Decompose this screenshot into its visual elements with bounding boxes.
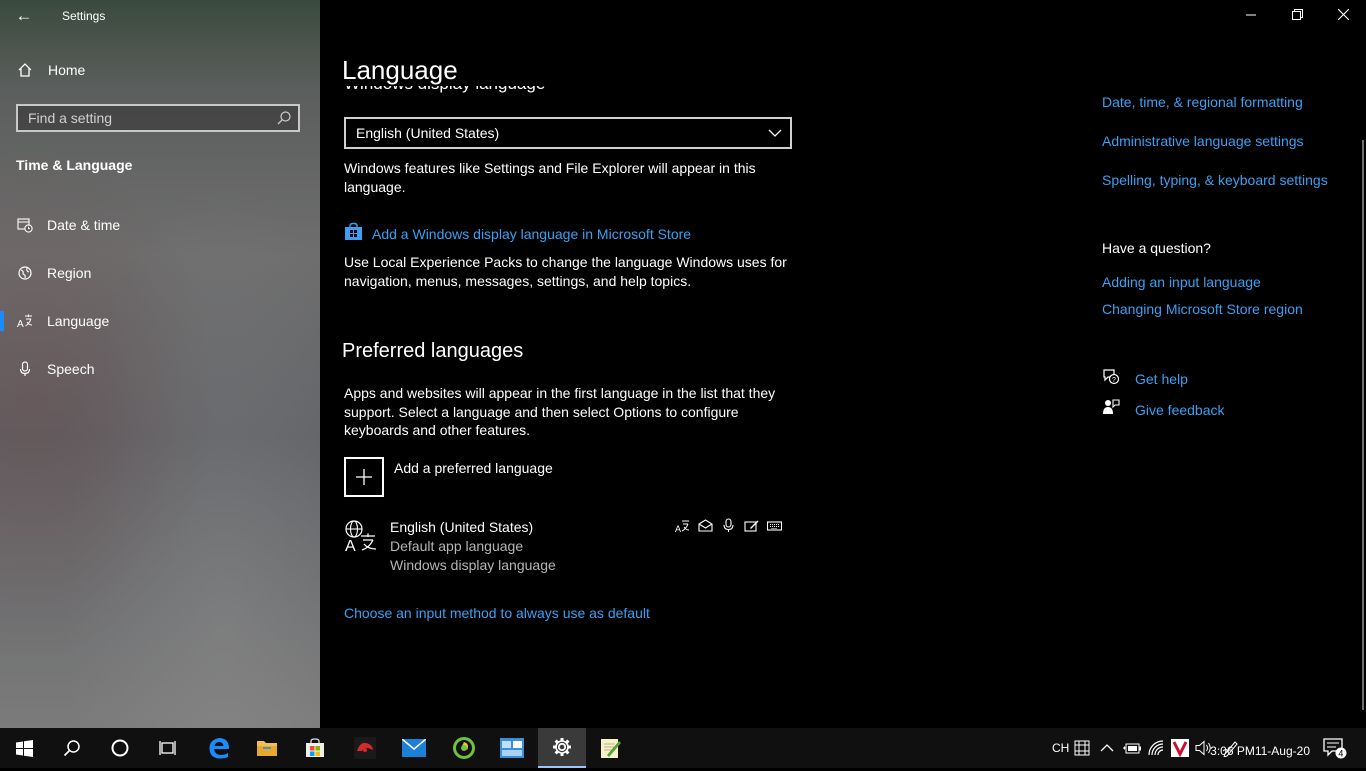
preferred-languages-description: Apps and websites will appear in the fir… <box>344 385 776 438</box>
svg-text:A: A <box>345 538 356 553</box>
dropdown-value: English (United States) <box>356 125 500 141</box>
antivirus-icon[interactable] <box>1171 728 1189 768</box>
windows-start-icon[interactable] <box>0 728 48 768</box>
game-app-icon[interactable] <box>341 728 389 768</box>
show-hidden-icons-chevron-up-icon[interactable] <box>1100 728 1114 768</box>
clock[interactable]: 3:06 PM 11-Aug-20 <box>1210 731 1310 771</box>
search-icon[interactable] <box>48 728 96 768</box>
globe-region-icon <box>16 265 34 281</box>
app-title: Settings <box>62 9 106 23</box>
display-language-description: Windows features like Settings and File … <box>344 160 756 195</box>
home-nav-item[interactable]: Home <box>16 62 85 78</box>
green-app-icon[interactable] <box>440 728 488 768</box>
display-language-dropdown[interactable]: English (United States) <box>344 117 792 149</box>
store-link[interactable]: Add a Windows display language in Micros… <box>344 222 691 246</box>
sidebar-item-region[interactable]: Region <box>0 253 320 293</box>
store-bag-icon <box>344 222 363 246</box>
store-link-label[interactable]: Add a Windows display language in Micros… <box>372 226 691 242</box>
close-button[interactable] <box>1320 0 1366 32</box>
sidebar-item-label: Speech <box>47 361 95 377</box>
give-feedback-row[interactable]: Give feedback <box>1102 398 1225 421</box>
cortana-icon[interactable] <box>96 728 144 768</box>
sidebar-item-label: Date & time <box>47 217 121 233</box>
file-explorer-icon[interactable] <box>243 728 291 768</box>
text-to-speech-icon <box>697 517 713 533</box>
lep-description: Use Local Experience Packs to change the… <box>344 254 787 289</box>
app-window-icon[interactable] <box>488 728 536 768</box>
sidebar: ← Settings Home Time & Language Date & t… <box>0 0 320 728</box>
handwriting-icon <box>743 517 759 533</box>
close-icon <box>1337 7 1349 25</box>
restore-button[interactable] <box>1274 0 1320 32</box>
search-icon[interactable] <box>276 110 292 131</box>
question-heading: Have a question? <box>1102 240 1211 256</box>
input-language-indicator[interactable]: CH <box>1052 728 1069 768</box>
minimize-icon <box>1246 7 1256 25</box>
give-feedback-link[interactable]: Give feedback <box>1135 402 1225 418</box>
get-help-icon: ? <box>1102 367 1120 390</box>
language-icon: A <box>16 313 34 329</box>
clock-date: 11-Aug-20 <box>1254 744 1310 758</box>
related-link-admin-language[interactable]: Administrative language settings <box>1102 133 1304 149</box>
language-status-display: Windows display language <box>390 557 556 573</box>
display-language-icon: A <box>674 517 690 533</box>
plus-icon <box>344 457 384 497</box>
mail-icon[interactable] <box>390 728 438 768</box>
calendar-clock-icon <box>16 217 34 233</box>
sidebar-item-label: Region <box>47 265 92 281</box>
section-title: Time & Language <box>16 157 133 173</box>
add-language-label: Add a preferred language <box>394 460 553 476</box>
sidebar-item-speech[interactable]: Speech <box>0 349 320 389</box>
home-icon <box>16 62 34 78</box>
get-help-row[interactable]: ? Get help <box>1102 367 1188 390</box>
sidebar-item-language[interactable]: A Language <box>0 301 320 341</box>
task-view-icon[interactable] <box>144 728 192 768</box>
partial-heading: Windows display language <box>344 86 604 96</box>
preferred-languages-heading: Preferred languages <box>342 340 524 362</box>
give-feedback-icon <box>1102 398 1120 421</box>
search-box[interactable] <box>16 104 300 132</box>
svg-text:?: ? <box>1112 377 1116 384</box>
page-title: Language <box>342 55 458 85</box>
restore-icon <box>1291 7 1303 25</box>
battery-icon[interactable] <box>1123 728 1141 768</box>
microsoft-store-icon[interactable] <box>291 728 339 768</box>
language-globe-icon: A <box>344 519 378 558</box>
edge-icon[interactable] <box>195 728 243 768</box>
input-method-link[interactable]: Choose an input method to always use as … <box>344 605 650 621</box>
clock-time: 3:06 PM <box>1210 744 1255 758</box>
settings-gear-icon[interactable] <box>538 728 586 768</box>
wifi-icon[interactable] <box>1148 728 1166 768</box>
back-arrow-icon: ← <box>15 6 33 25</box>
main-content: Language Windows display language Englis… <box>320 0 1366 728</box>
svg-text:A: A <box>675 524 681 533</box>
svg-text:A: A <box>17 319 24 329</box>
microphone-icon <box>16 361 34 377</box>
related-link-regional-formatting[interactable]: Date, time, & regional formatting <box>1102 94 1303 110</box>
notification-badge: 4 <box>1338 749 1343 759</box>
minimize-button[interactable] <box>1228 0 1274 32</box>
keyboard-icon <box>766 517 782 533</box>
speech-recognition-icon <box>720 517 736 533</box>
get-help-link[interactable]: Get help <box>1135 371 1188 387</box>
ime-icon[interactable] <box>1074 728 1090 768</box>
back-button[interactable]: ← <box>12 4 36 28</box>
language-list-item[interactable]: A English (United States) Default app la… <box>344 517 794 577</box>
language-feature-icons: A <box>674 517 782 533</box>
help-link-store-region[interactable]: Changing Microsoft Store region <box>1102 301 1303 317</box>
language-status-app: Default app language <box>390 538 524 554</box>
scrollbar[interactable] <box>1362 140 1364 710</box>
help-link-adding-input-language[interactable]: Adding an input language <box>1102 274 1261 290</box>
related-link-spelling-typing[interactable]: Spelling, typing, & keyboard settings <box>1102 172 1328 188</box>
sidebar-item-date-time[interactable]: Date & time <box>0 205 320 245</box>
notepad-icon[interactable] <box>587 728 635 768</box>
search-input[interactable] <box>18 106 268 130</box>
sidebar-item-label: Language <box>47 313 110 329</box>
action-center-icon[interactable]: 4 <box>1323 728 1347 768</box>
language-name: English (United States) <box>390 519 534 535</box>
chevron-down-icon <box>768 126 782 143</box>
add-language-button[interactable]: Add a preferred language <box>344 457 553 497</box>
home-label: Home <box>48 62 86 78</box>
taskbar: CH 3:06 PM 11-Aug-20 4 <box>0 728 1366 768</box>
